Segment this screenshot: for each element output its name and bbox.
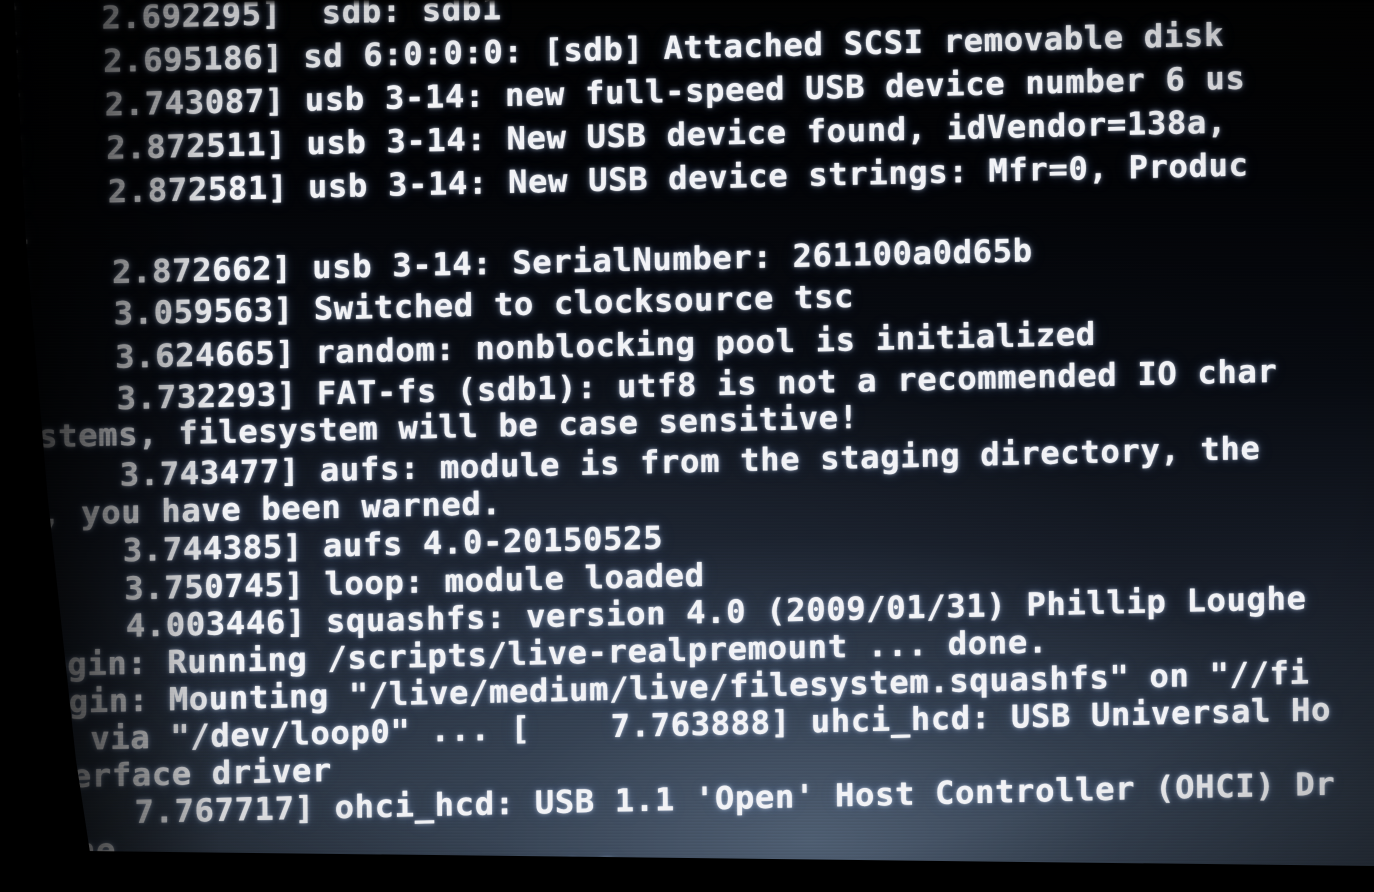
console-line: [ 2.692295] sdb: sdb1 <box>1 0 503 40</box>
console-line: 1 <box>9 215 30 253</box>
boot-console-output: [ 2.691???] ???: ???[ 2.692295] sdb: sdb… <box>0 0 1374 892</box>
block-cursor[interactable] <box>659 873 678 881</box>
monitor-photo: [ 2.691???] ???: ???[ 2.692295] sdb: sdb… <box>0 0 1374 892</box>
console-line: [ 2.872662] usb 3-14: SerialNumber: 2611… <box>11 233 1033 294</box>
